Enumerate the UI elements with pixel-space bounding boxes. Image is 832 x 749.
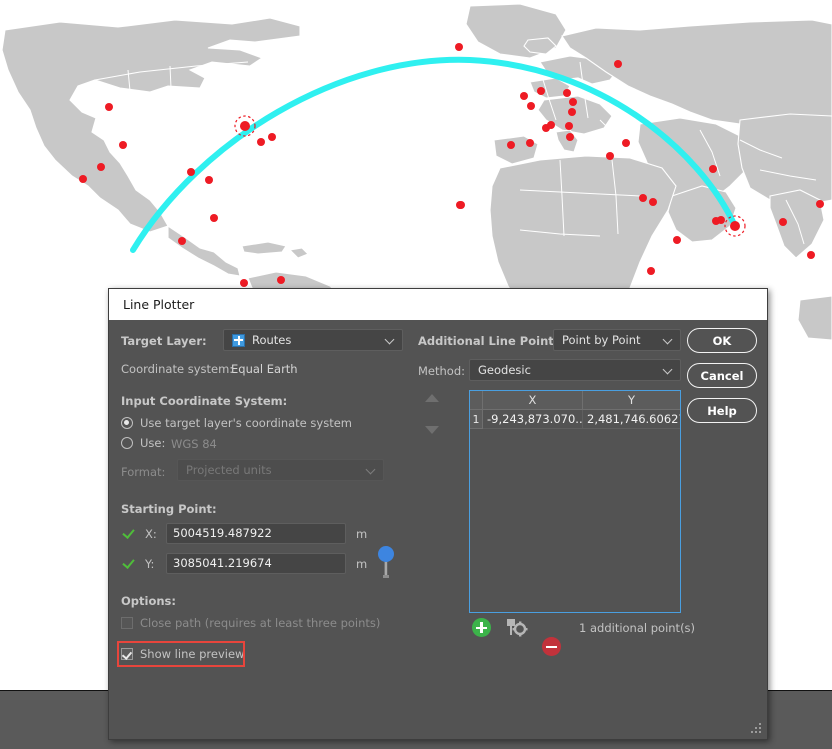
remove-point-icon[interactable] [542,637,561,656]
table-cell-x[interactable]: -9,243,873.070... [483,410,583,429]
target-layer-combobox[interactable]: Routes [223,329,403,351]
additional-points-table[interactable]: X Y 1 -9,243,873.070... 2,481,746.606272 [469,390,681,613]
method-label: Method: [418,364,466,378]
checkbox-close-path-label: Close path (requires at least three poin… [140,616,381,630]
starting-point-y-input[interactable]: 3085041.219674 [166,553,346,574]
chevron-down-icon [664,365,674,375]
options-heading: Options: [121,594,176,608]
table-cell-y[interactable]: 2,481,746.606272 [583,410,680,429]
starting-point-heading: Starting Point: [121,502,217,516]
radio-use-target-layer-crs[interactable]: Use target layer's coordinate system [121,416,352,430]
target-layer-value: Routes [252,333,292,347]
starting-point-x-input[interactable]: 5004519.487922 [166,523,346,544]
table-header-y[interactable]: Y [583,391,680,410]
line-layer-icon [232,333,245,347]
custom-crs-value: WGS 84 [171,437,217,451]
format-combobox[interactable]: Projected units [177,459,384,481]
table-header-x[interactable]: X [483,391,583,410]
capture-point-icon[interactable] [506,617,528,638]
radio-indicator [121,417,133,429]
format-label: Format: [121,465,166,479]
checkbox-close-path: Close path (requires at least three poin… [121,616,380,630]
ok-button[interactable]: OK [687,328,757,353]
triangle-up-icon[interactable] [425,394,439,402]
resize-grip-icon[interactable] [750,723,762,735]
radio-use-custom-crs-label: Use: [140,436,166,450]
line-plotter-dialog[interactable]: Line Plotter Target Layer: Routes Coordi… [108,288,768,740]
add-point-icon[interactable] [472,618,491,637]
map-pin-icon[interactable] [377,545,395,579]
additional-line-points-label: Additional Line Points: [418,334,566,348]
method-value: Geodesic [478,363,531,377]
dialog-title: Line Plotter [123,297,195,312]
checkbox-show-line-preview-label: Show line preview [140,647,245,661]
coordinate-system-label: Coordinate system: [121,362,234,376]
table-row-index: 1 [470,410,483,429]
format-value: Projected units [186,463,272,477]
method-combobox[interactable]: Geodesic [469,359,681,381]
starting-point-x-unit: m [356,527,368,541]
chevron-down-icon [367,465,377,475]
table-row[interactable]: 1 -9,243,873.070... 2,481,746.606272 [470,410,680,429]
coordinate-system-value: Equal Earth [231,362,298,376]
starting-point-y-label: Y: [145,557,155,571]
radio-use-custom-crs[interactable]: Use: [121,436,165,450]
dialog-body: Target Layer: Routes Coordinate system: … [109,320,767,739]
triangle-down-icon[interactable] [425,426,439,434]
checkbox-show-line-preview[interactable]: Show line preview [121,647,244,661]
cancel-button[interactable]: Cancel [687,363,757,388]
chevron-down-icon [386,335,396,345]
table-header-row: X Y [470,391,680,410]
additional-line-points-value: Point by Point [562,333,641,347]
input-coordinate-system-heading: Input Coordinate System: [121,394,288,408]
target-layer-label: Target Layer: [121,334,207,348]
table-header-corner [470,391,483,410]
checkbox-indicator [121,648,133,660]
chevron-down-icon [664,335,674,345]
additional-points-status: 1 additional point(s) [579,621,696,635]
help-button[interactable]: Help [687,398,757,423]
starting-point-x-label: X: [145,527,157,541]
radio-use-target-layer-crs-label: Use target layer's coordinate system [140,416,352,430]
starting-point-y-unit: m [356,557,368,571]
additional-line-points-combobox[interactable]: Point by Point [553,329,681,351]
dialog-titlebar[interactable]: Line Plotter [109,289,767,320]
radio-indicator [121,437,133,449]
checkbox-indicator [121,617,133,629]
